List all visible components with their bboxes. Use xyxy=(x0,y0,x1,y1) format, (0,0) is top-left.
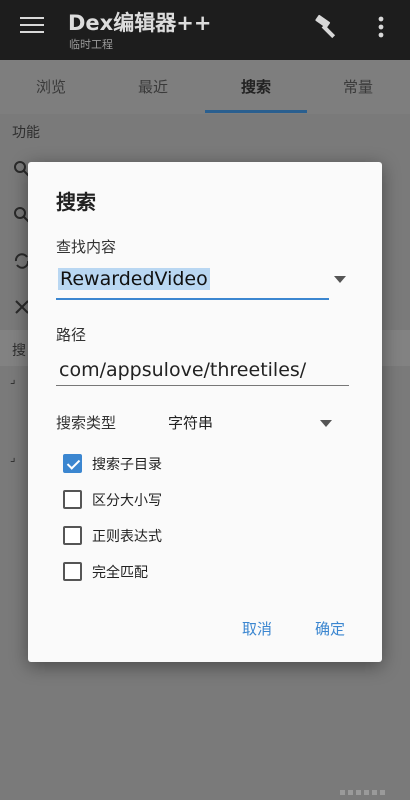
find-input-underline xyxy=(56,298,329,300)
checkbox[interactable] xyxy=(63,562,82,581)
tab-browse[interactable]: 浏览 xyxy=(0,60,102,114)
checkbox[interactable] xyxy=(63,454,82,473)
dialog-title: 搜索 xyxy=(56,190,96,214)
hammer-icon[interactable] xyxy=(312,12,342,42)
checkbox[interactable] xyxy=(63,490,82,509)
tab-indicator xyxy=(205,110,307,113)
section-label: 功能 xyxy=(12,125,40,141)
app-bar: Dex编辑器++ 临时工程 xyxy=(0,0,410,60)
tab-search[interactable]: 搜索 xyxy=(205,60,307,114)
checkbox[interactable] xyxy=(63,526,82,545)
cancel-button[interactable]: 取消 xyxy=(242,618,272,639)
tab-recent[interactable]: 最近 xyxy=(102,60,204,114)
tab-bar: 浏览 最近 搜索 常量 xyxy=(0,60,410,114)
option-label: 区分大小写 xyxy=(92,493,162,509)
tab-constants[interactable]: 常量 xyxy=(307,60,409,114)
path-input[interactable]: com/appsulove/threetiles/ xyxy=(59,359,306,381)
app-subtitle: 临时工程 xyxy=(69,38,113,51)
menu-icon[interactable] xyxy=(20,17,44,37)
find-history-dropdown-icon[interactable] xyxy=(334,276,346,283)
result-marker: ⌟ xyxy=(10,450,16,464)
option-label: 正则表达式 xyxy=(92,529,162,545)
option-label: 完全匹配 xyxy=(92,565,148,581)
chevron-down-icon[interactable] xyxy=(320,420,332,427)
search-type-label: 搜索类型 xyxy=(56,414,117,432)
confirm-button[interactable]: 确定 xyxy=(315,618,345,639)
search-type-select[interactable]: 字符串 xyxy=(168,412,213,433)
find-input[interactable]: RewardedVideo xyxy=(58,268,210,290)
path-label: 路径 xyxy=(56,326,87,344)
app-title: Dex编辑器++ xyxy=(68,11,212,35)
path-input-underline xyxy=(56,385,349,386)
section-label-2: 搜 xyxy=(12,343,26,359)
result-marker: ⌟ xyxy=(10,372,16,386)
watermark-dots xyxy=(340,780,406,795)
option-label: 搜索子目录 xyxy=(92,457,162,473)
find-label: 查找内容 xyxy=(56,238,117,256)
more-vert-icon[interactable] xyxy=(371,14,391,40)
search-dialog: 搜索 查找内容 RewardedVideo 路径 com/appsulove/t… xyxy=(28,162,382,662)
